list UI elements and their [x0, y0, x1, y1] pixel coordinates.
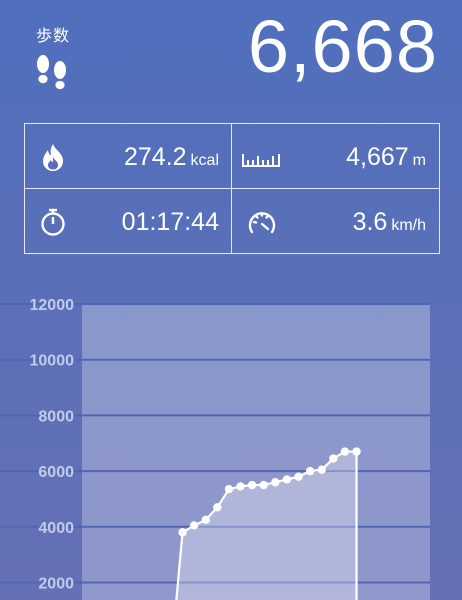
y-tick-label: 8000: [38, 408, 74, 425]
y-tick-label: 4000: [38, 520, 74, 537]
duration-value: 01:17:44: [121, 208, 219, 236]
y-tick-label: 6000: [38, 464, 74, 481]
data-point: [317, 465, 326, 474]
distance-unit: m: [412, 152, 426, 169]
data-point: [329, 454, 338, 463]
duration-cell: 01:17:44: [25, 189, 231, 253]
footsteps-icon: [37, 55, 66, 90]
stats-grid: 274.2 kcal 4,667 m 01:17:44 3.6 km/h: [24, 123, 440, 254]
data-point: [247, 480, 257, 490]
data-point: [259, 480, 268, 490]
data-point: [352, 447, 361, 456]
data-point: [189, 521, 199, 530]
speed-unit: km/h: [391, 217, 426, 234]
speed-cell: 3.6 km/h: [232, 189, 438, 253]
steps-chart: 2000 4000 6000 8000 10000 12000: [0, 297, 430, 600]
flame-icon: [43, 144, 63, 171]
distance-cell: 4,667 m: [232, 124, 438, 188]
y-tick-label: 12000: [30, 297, 75, 314]
data-point: [271, 478, 280, 487]
step-count: 6,668: [247, 5, 438, 88]
calories-value: 274.2 kcal: [123, 143, 219, 171]
y-tick-label: 2000: [38, 576, 74, 593]
ruler-icon: [242, 154, 280, 167]
speed-value: 3.6 km/h: [352, 208, 426, 236]
calories-unit: kcal: [190, 152, 219, 169]
data-point: [213, 503, 222, 512]
speedometer-icon: [248, 212, 276, 234]
data-point: [282, 475, 292, 484]
data-point: [305, 466, 315, 476]
data-point: [294, 472, 303, 481]
stopwatch-icon: [41, 208, 65, 236]
calories-cell: 274.2 kcal: [25, 124, 231, 188]
y-tick-label: 10000: [30, 353, 75, 370]
steps-label: 歩数: [36, 28, 71, 45]
distance-value: 4,667 m: [346, 143, 426, 171]
data-point: [178, 528, 187, 537]
data-point: [224, 485, 234, 494]
data-point: [236, 482, 245, 491]
data-point: [201, 515, 210, 525]
data-point: [340, 447, 350, 456]
